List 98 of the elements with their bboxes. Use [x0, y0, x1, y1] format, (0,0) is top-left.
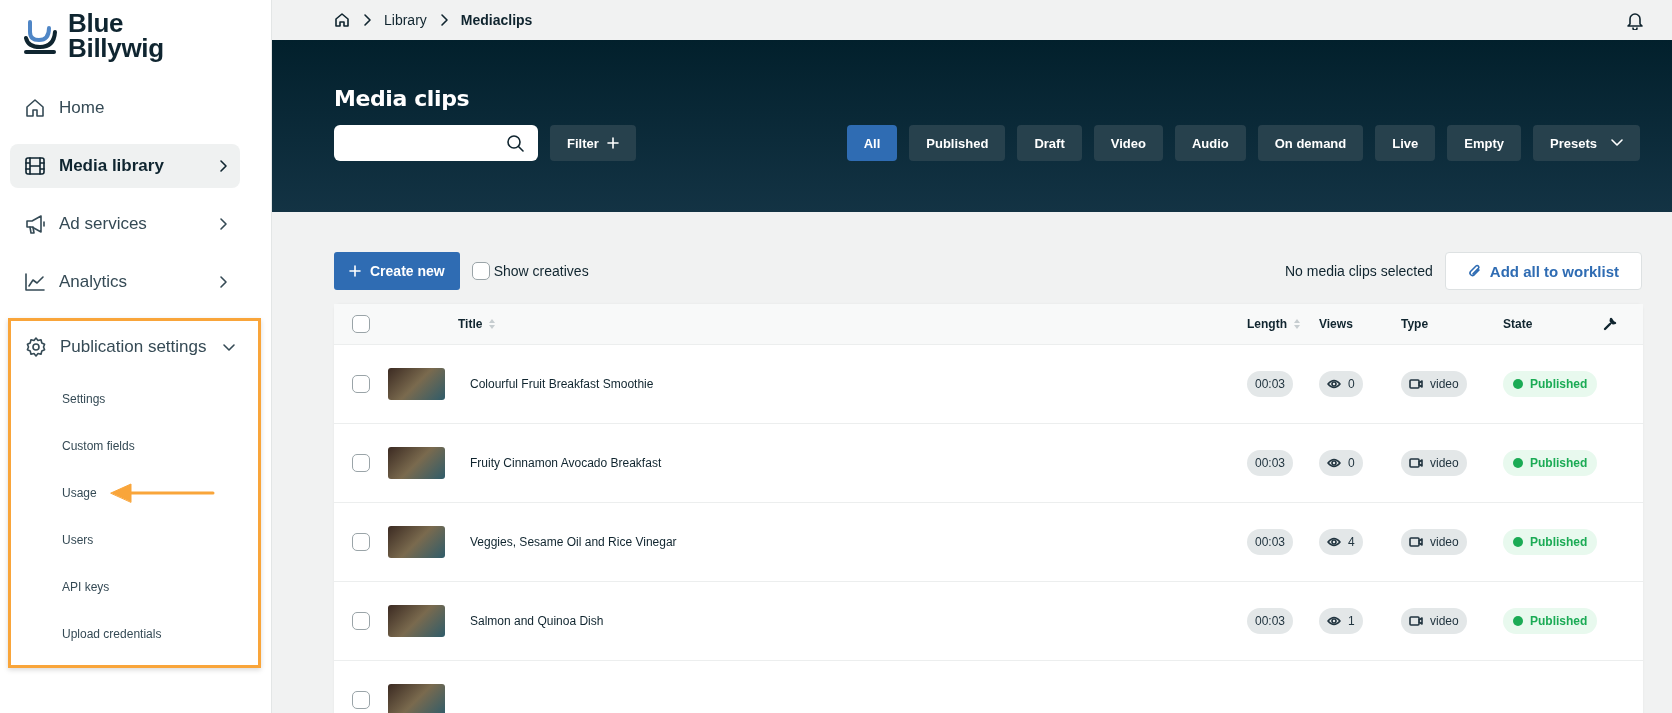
create-new-button[interactable]: Create new [334, 252, 460, 290]
selection-status: No media clips selected [1284, 263, 1433, 279]
status-tag: Published [1503, 608, 1598, 634]
chevron-right-icon [218, 159, 228, 173]
video-camera-icon [1409, 379, 1423, 389]
filter-chip[interactable]: Empty [1447, 125, 1521, 161]
home-icon [24, 97, 46, 119]
row-checkbox[interactable] [352, 691, 370, 709]
clip-title[interactable]: Fruity Cinnamon Avocado Breakfast [470, 456, 662, 470]
column-header: Views [1319, 317, 1353, 331]
thumbnail-placeholder [388, 526, 445, 558]
select-all-checkbox[interactable] [352, 315, 370, 333]
eye-icon [1327, 537, 1341, 547]
logo-icon [24, 18, 58, 54]
thumbnail-placeholder [388, 605, 445, 637]
search-field[interactable] [334, 125, 538, 161]
thumbnail-placeholder [388, 368, 445, 400]
status-tag: Published [1503, 450, 1598, 476]
filter-chip[interactable]: Draft [1017, 125, 1082, 161]
chevron-right-icon [362, 13, 372, 27]
add-to-worklist-button[interactable]: Add all to worklist [1444, 252, 1642, 290]
eye-icon [1327, 616, 1341, 626]
column-header: State [1503, 317, 1533, 331]
submenu-item[interactable]: API keys [62, 579, 110, 594]
logo-text: Blue [68, 11, 125, 36]
settings-icon [25, 336, 47, 358]
eye-icon [1327, 458, 1341, 468]
chevron-down-icon [222, 342, 236, 352]
eye-icon [1327, 379, 1341, 389]
video-camera-icon [1409, 616, 1423, 626]
thumbnail-placeholder [388, 684, 445, 713]
nav-item[interactable]: Analytics [10, 260, 240, 304]
chevron-down-icon [1611, 139, 1623, 147]
status-tag: Published [1503, 529, 1598, 555]
thumbnail-placeholder [388, 447, 445, 479]
clip-title[interactable]: Veggies, Sesame Oil and Rice Vinegar [470, 535, 677, 549]
row-checkbox[interactable] [352, 612, 370, 630]
chevron-right-icon [218, 275, 228, 289]
video-camera-icon [1409, 537, 1423, 547]
nav-item[interactable]: Ad services [10, 202, 240, 246]
presets-dropdown[interactable]: Presets [1533, 125, 1640, 161]
submenu-item[interactable]: Upload credentials [62, 626, 162, 641]
video-camera-icon [1409, 458, 1423, 468]
chevron-right-icon [438, 13, 449, 27]
wrench-icon[interactable] [1603, 317, 1617, 331]
filter-chip[interactable]: Audio [1174, 125, 1246, 161]
views-tag: 4 [1319, 529, 1363, 555]
type-tag: video [1401, 529, 1467, 555]
film-icon [24, 155, 46, 177]
submenu-item[interactable]: Usage [62, 485, 97, 500]
nav-item[interactable]: Media library [10, 144, 240, 188]
line-chart-icon [24, 271, 46, 293]
sort-icon [1293, 318, 1301, 330]
filter-chip[interactable]: Live [1375, 125, 1436, 161]
breadcrumb-link[interactable]: Mediaclips [460, 12, 533, 28]
breadcrumb-link[interactable]: Library [384, 12, 427, 28]
logo-text: Billywig [68, 36, 164, 61]
clip-title[interactable]: Colourful Fruit Breakfast Smoothie [470, 377, 654, 391]
sort-icon [488, 318, 497, 330]
plus-icon [606, 137, 619, 149]
submenu-item[interactable]: Users [62, 532, 94, 547]
search-icon [506, 134, 524, 152]
submenu-item[interactable]: Settings [62, 391, 106, 406]
paperclip-icon [1467, 263, 1482, 279]
nav-item[interactable]: Publication settings [11, 325, 248, 369]
filter-chip[interactable]: Video [1093, 125, 1163, 161]
filter-button[interactable]: Filter [550, 125, 636, 161]
filter-chip[interactable]: Published [909, 125, 1006, 161]
views-tag: 1 [1319, 608, 1363, 634]
views-tag: 0 [1319, 371, 1363, 397]
duration-tag: 00:03 [1247, 529, 1294, 555]
type-tag: video [1401, 608, 1467, 634]
row-checkbox[interactable] [352, 375, 370, 393]
submenu-item[interactable]: Custom fields [62, 438, 135, 453]
status-tag: Published [1503, 371, 1598, 397]
checkbox-label[interactable]: Show creatives [493, 263, 589, 279]
duration-tag: 00:03 [1247, 450, 1294, 476]
clip-title[interactable]: Salmon and Quinoa Dish [470, 614, 604, 628]
home-icon[interactable] [334, 12, 350, 28]
nav-item[interactable]: Home [10, 86, 240, 130]
column-header[interactable]: Title [458, 317, 483, 331]
views-tag: 0 [1319, 450, 1363, 476]
type-tag: video [1401, 450, 1467, 476]
row-checkbox[interactable] [352, 454, 370, 472]
type-tag: video [1401, 371, 1467, 397]
duration-tag: 00:03 [1247, 371, 1294, 397]
notification-bell-icon[interactable] [1626, 10, 1644, 30]
plus-icon [349, 265, 361, 277]
column-header[interactable]: Length [1247, 317, 1287, 331]
filter-chip[interactable]: On demand [1257, 125, 1364, 161]
row-checkbox[interactable] [352, 533, 370, 551]
duration-tag: 00:03 [1247, 608, 1294, 634]
checkbox[interactable] [471, 262, 490, 280]
filter-chip[interactable]: All [846, 125, 898, 161]
chevron-right-icon [218, 217, 228, 231]
page-title: Media clips [334, 86, 471, 111]
column-header: Type [1401, 317, 1429, 331]
megaphone-icon [24, 213, 46, 235]
